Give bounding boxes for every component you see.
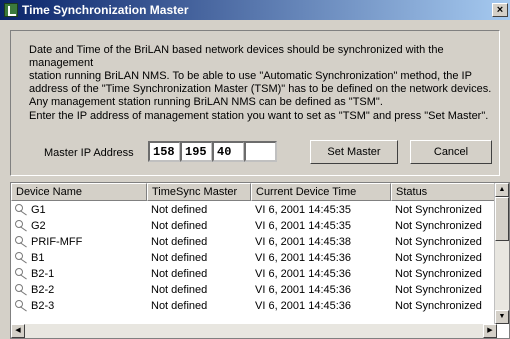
timesync-master: Not defined [151,220,208,232]
device-time: VI 6, 2001 14:45:36 [255,252,352,264]
device-name: G1 [31,204,46,216]
device-name: B2-2 [31,284,55,296]
sync-status: Not Synchronized [395,252,482,264]
key-icon [15,284,28,296]
timesync-master: Not defined [151,268,208,280]
key-icon [15,300,28,312]
device-time: VI 6, 2001 14:45:36 [255,268,352,280]
timesync-master: Not defined [151,236,208,248]
column-header-timesync-master[interactable]: TimeSync Master [147,183,251,201]
cancel-button[interactable]: Cancel [410,140,492,164]
timesync-master: Not defined [151,204,208,216]
device-time: VI 6, 2001 14:45:36 [255,284,352,296]
ip-octet-2[interactable]: 195 [180,141,213,162]
description-text: Date and Time of the BriLAN based networ… [29,44,501,109]
scroll-down-icon[interactable]: ▼ [495,310,509,324]
timesync-master: Not defined [151,284,208,296]
table-row[interactable]: B2-3 Not defined VI 6, 2001 14:45:36 Not… [11,298,497,314]
vertical-scrollbar[interactable]: ▲ ▼ [494,183,509,324]
title-bar[interactable]: Time Synchronization Master × [0,0,510,20]
device-time: VI 6, 2001 14:45:35 [255,204,352,216]
device-name: G2 [31,220,46,232]
key-icon [15,252,28,264]
device-time: VI 6, 2001 14:45:35 [255,220,352,232]
device-table[interactable]: Device Name TimeSync Master Current Devi… [10,182,510,339]
app-icon [4,3,18,17]
instruction-text: Enter the IP address of management stati… [29,110,489,122]
device-name: PRIF-MFF [31,236,83,248]
time-sync-dialog: Time Synchronization Master × Date and T… [0,0,510,339]
table-row[interactable]: G1 Not defined VI 6, 2001 14:45:35 Not S… [11,202,497,218]
window-title: Time Synchronization Master [22,3,189,17]
scroll-left-icon[interactable]: ◀ [11,324,25,338]
key-icon [15,204,28,216]
vertical-scroll-thumb[interactable] [495,197,509,241]
table-row[interactable]: B2-1 Not defined VI 6, 2001 14:45:36 Not… [11,266,497,282]
description-line: Any management station running BriLAN NM… [29,96,383,108]
key-icon [15,220,28,232]
device-time: VI 6, 2001 14:45:36 [255,300,352,312]
device-time: VI 6, 2001 14:45:38 [255,236,352,248]
close-button[interactable]: × [492,3,508,17]
scroll-up-icon[interactable]: ▲ [495,183,509,197]
device-name: B2-1 [31,268,55,280]
column-header-device-name[interactable]: Device Name [11,183,147,201]
sync-status: Not Synchronized [395,220,482,232]
ip-octet-4[interactable] [244,141,277,162]
master-ip-label: Master IP Address [44,147,134,159]
description-line: address of the "Time Synchronization Mas… [29,83,492,95]
description-line: Date and Time of the BriLAN based networ… [29,44,444,69]
timesync-master: Not defined [151,252,208,264]
device-name: B1 [31,252,45,264]
horizontal-scrollbar[interactable]: ◀ ▶ [11,324,497,338]
ip-octet-3[interactable]: 40 [212,141,245,162]
key-icon [15,236,28,248]
table-row[interactable]: PRIF-MFF Not defined VI 6, 2001 14:45:38… [11,234,497,250]
scroll-right-icon[interactable]: ▶ [483,324,497,338]
description-line: station running BriLAN NMS. To be able t… [29,70,472,82]
sync-status: Not Synchronized [395,284,482,296]
sync-status: Not Synchronized [395,268,482,280]
set-master-button[interactable]: Set Master [310,140,398,164]
timesync-master: Not defined [151,300,208,312]
sync-status: Not Synchronized [395,236,482,248]
key-icon [15,268,28,280]
sync-status: Not Synchronized [395,300,482,312]
device-name: B2-3 [31,300,55,312]
sync-status: Not Synchronized [395,204,482,216]
table-row[interactable]: B2-2 Not defined VI 6, 2001 14:45:36 Not… [11,282,497,298]
column-header-current-device-time[interactable]: Current Device Time [251,183,391,201]
table-row[interactable]: G2 Not defined VI 6, 2001 14:45:35 Not S… [11,218,497,234]
table-row[interactable]: B1 Not defined VI 6, 2001 14:45:36 Not S… [11,250,497,266]
ip-octet-1[interactable]: 158 [148,141,181,162]
column-header-status[interactable]: Status [391,183,497,201]
